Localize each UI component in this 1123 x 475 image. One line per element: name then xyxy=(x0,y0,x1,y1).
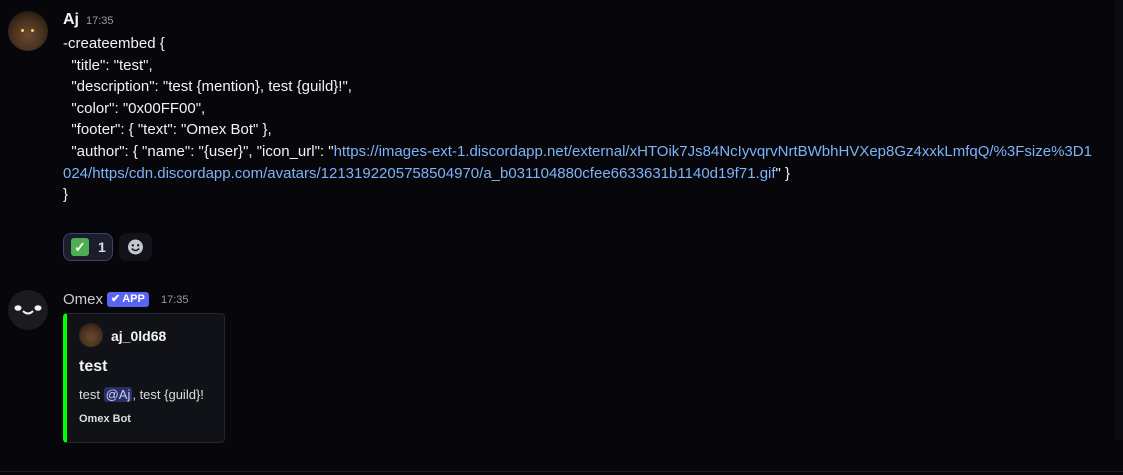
embed-author-name: aj_0ld68 xyxy=(111,328,167,344)
author-name[interactable]: Aj xyxy=(63,11,79,29)
reaction-count: 1 xyxy=(98,239,106,255)
verified-check-icon: ✔ xyxy=(111,293,121,305)
code-line: } xyxy=(63,186,69,204)
code-line: "description": "test {mention}, test {gu… xyxy=(63,78,352,96)
message-content: -createembed { "title": "test", "descrip… xyxy=(63,33,1093,206)
bot-face-icon xyxy=(8,290,48,330)
code-line: "footer": { "text": "Omex Bot" }, xyxy=(63,121,272,139)
embed-author-avatar xyxy=(79,323,103,347)
code-line: " } xyxy=(775,164,791,182)
code-line: "author": { "name": "{user}", "icon_url"… xyxy=(63,142,334,160)
embed: aj_0ld68 test test @Aj, test {guild}! Om… xyxy=(63,313,225,443)
avatar[interactable] xyxy=(8,290,48,330)
badge-label: APP xyxy=(122,293,145,305)
reaction-check[interactable]: ✓ 1 xyxy=(63,233,113,261)
code-line: -createembed { xyxy=(63,35,165,52)
divider xyxy=(0,471,1123,472)
user-mention[interactable]: @Aj xyxy=(103,387,133,402)
timestamp: 17:35 xyxy=(161,294,189,306)
avatar[interactable] xyxy=(8,11,48,51)
white-check-mark-icon: ✓ xyxy=(71,238,89,256)
embed-footer: Omex Bot xyxy=(79,413,131,425)
embed-description: test @Aj, test {guild}! xyxy=(79,387,204,402)
embed-desc-text: , test {guild}! xyxy=(132,387,204,402)
smiley-icon xyxy=(128,239,143,255)
code-line: "color": "0x00FF00", xyxy=(63,99,206,117)
timestamp: 17:35 xyxy=(86,15,114,27)
code-line: "title": "test", xyxy=(63,56,153,74)
embed-desc-text: test xyxy=(79,387,104,402)
embed-title: test xyxy=(79,358,108,375)
author-name[interactable]: Omex xyxy=(63,291,103,308)
app-badge: ✔ APP xyxy=(107,292,149,307)
add-reaction-button[interactable] xyxy=(119,233,152,261)
scrollbar[interactable] xyxy=(1115,0,1123,440)
